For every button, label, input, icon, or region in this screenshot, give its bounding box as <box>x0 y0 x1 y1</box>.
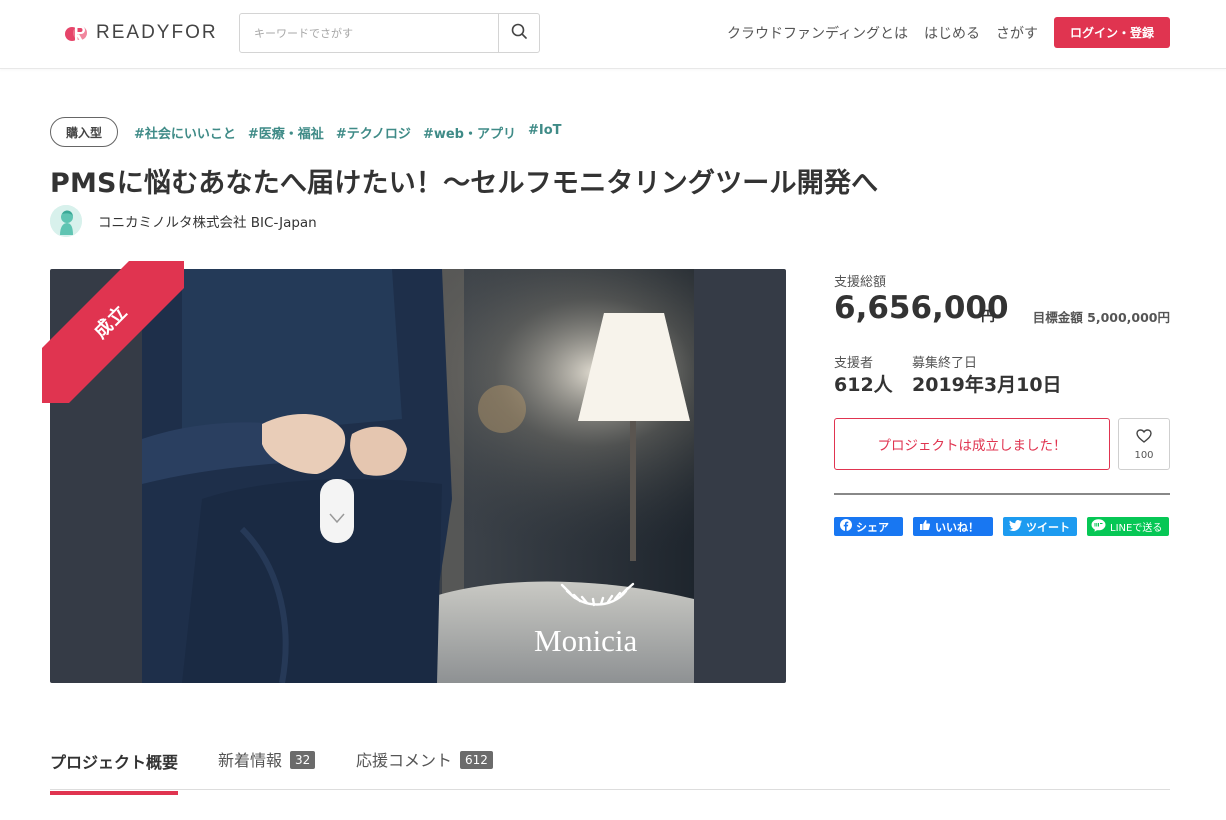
image-brand-text: Monicia <box>534 623 638 658</box>
logo-text: READYFOR <box>96 22 218 43</box>
success-ribbon-label: 成立 <box>42 261 184 403</box>
readyfor-logo-icon <box>64 22 90 44</box>
project-owner[interactable]: コニカミノルタ株式会社 BIC-Japan <box>50 205 317 237</box>
tweet-button[interactable]: ツイート <box>1003 517 1077 536</box>
search-icon <box>511 23 527 43</box>
tag-social-good[interactable]: #社会にいいこと <box>134 123 236 142</box>
project-title: PMSに悩むあなたへ届けたい！〜セルフモニタリングツール開発へ <box>50 168 879 199</box>
tweet-label: ツイート <box>1026 520 1070 534</box>
login-register-button[interactable]: ログイン・登録 <box>1054 17 1170 48</box>
favorite-count: 100 <box>1134 449 1154 461</box>
backers-label: 支援者 <box>834 356 874 371</box>
readyfor-logo[interactable]: READYFOR <box>64 22 218 44</box>
heart-icon <box>1136 428 1152 447</box>
facebook-icon <box>840 519 852 534</box>
tab-updates[interactable]: 新着情報 32 <box>218 747 316 792</box>
line-send-label: LINEで送る <box>1110 523 1163 534</box>
project-tabs: プロジェクト概要 新着情報 32 応援コメント 612 <box>50 745 1170 795</box>
line-icon <box>1091 518 1106 535</box>
comments-count-badge: 612 <box>460 751 493 769</box>
site-header: READYFOR クラウドファンディングとは はじめる さがす ログイン・登録 <box>0 0 1226 69</box>
nav-start[interactable]: はじめる <box>924 23 980 43</box>
end-date-value: 2019年3月10日 <box>912 374 1062 396</box>
thumbs-up-icon <box>919 519 931 534</box>
project-photo: Monicia <box>142 269 694 683</box>
owner-name: コニカミノルタ株式会社 BIC-Japan <box>98 215 317 231</box>
tab-comments[interactable]: 応援コメント 612 <box>356 747 493 792</box>
search-input[interactable] <box>240 14 498 52</box>
tab-label: 新着情報 <box>218 751 283 770</box>
backers-value: 612人 <box>834 374 893 396</box>
tag-web-app[interactable]: #web・アプリ <box>423 123 516 142</box>
nav-about[interactable]: クラウドファンディングとは <box>727 23 908 43</box>
project-success-button[interactable]: プロジェクトは成立しました！ <box>834 418 1110 470</box>
facebook-share-button[interactable]: シェア <box>834 517 903 536</box>
goal-amount: 目標金額 5,000,000円 <box>1032 310 1170 325</box>
tag-list: #社会にいいこと #医療・福祉 #テクノロジ #web・アプリ #IoT <box>134 123 562 142</box>
tag-medical-welfare[interactable]: #医療・福祉 <box>248 123 324 142</box>
search-box <box>239 13 540 53</box>
updates-count-badge: 32 <box>290 751 316 769</box>
tag-iot[interactable]: #IoT <box>528 123 562 142</box>
facebook-like-label: いいね！ <box>935 520 979 534</box>
total-raised-label: 支援総額 <box>834 275 887 290</box>
line-send-button[interactable]: LINEで送る <box>1087 517 1169 536</box>
facebook-share-label: シェア <box>856 520 889 534</box>
success-ribbon: 成立 <box>42 261 184 403</box>
project-type-badge: 購入型 <box>50 117 118 147</box>
tab-label: 応援コメント <box>356 751 453 770</box>
panel-divider <box>834 493 1170 495</box>
total-raised-unit: 円 <box>981 309 995 325</box>
favorite-button[interactable]: 100 <box>1118 418 1170 470</box>
end-date-label: 募集終了日 <box>912 356 978 371</box>
search-button[interactable] <box>498 14 539 52</box>
avatar <box>50 205 82 237</box>
twitter-bird-icon <box>1009 519 1022 534</box>
nav-search[interactable]: さがす <box>996 23 1038 43</box>
facebook-like-button[interactable]: いいね！ <box>913 517 993 536</box>
tag-technology[interactable]: #テクノロジ <box>336 123 411 142</box>
tab-project-overview[interactable]: プロジェクト概要 <box>50 749 179 795</box>
tab-label: プロジェクト概要 <box>50 753 179 772</box>
